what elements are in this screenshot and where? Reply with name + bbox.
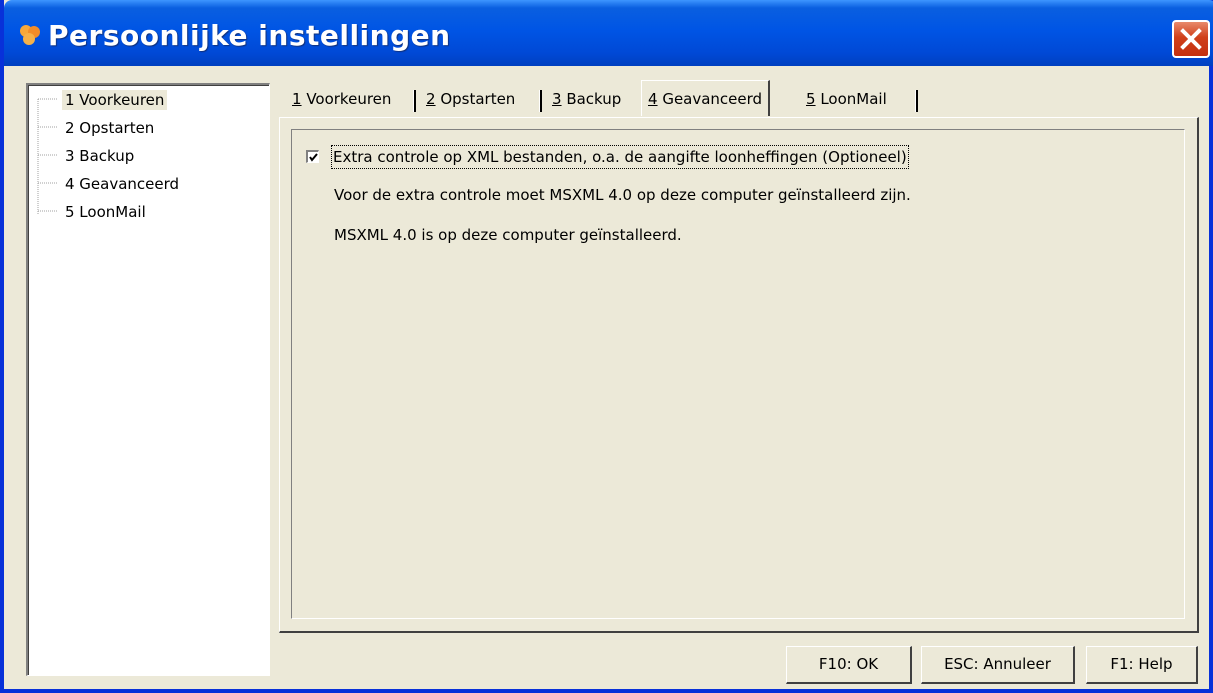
- tab-separator: [915, 90, 918, 112]
- help-button[interactable]: F1: Help: [1086, 646, 1198, 684]
- tab-backup[interactable]: 3 Backup: [546, 82, 627, 116]
- tab-label: LoonMail: [815, 90, 887, 108]
- xml-check-checkbox[interactable]: [306, 150, 319, 163]
- settings-window: Persoonlijke instellingen 1 Voorkeuren 2…: [0, 0, 1213, 693]
- app-logo-icon: [20, 25, 40, 45]
- cancel-button[interactable]: ESC: Annuleer: [921, 646, 1075, 684]
- tree-item-voorkeuren[interactable]: 1 Voorkeuren: [62, 90, 168, 110]
- checkmark-icon: [309, 153, 318, 162]
- tab-label: Opstarten: [435, 90, 516, 108]
- xml-check-label[interactable]: Extra controle op XML bestanden, o.a. de…: [331, 145, 909, 169]
- tab-opstarten[interactable]: 2 Opstarten: [420, 82, 521, 116]
- tab-separator: [413, 90, 416, 112]
- settings-tree[interactable]: 1 Voorkeuren 2 Opstarten 3 Backup 4 Geav…: [26, 83, 270, 676]
- tab-key: 4: [648, 90, 658, 108]
- tab-geavanceerd[interactable]: 4 Geavanceerd: [641, 80, 771, 116]
- close-icon: [1180, 28, 1202, 50]
- tab-key: 5: [806, 90, 816, 108]
- window-title: Persoonlijke instellingen: [48, 19, 451, 52]
- tree-item-geavanceerd[interactable]: 4 Geavanceerd: [62, 174, 182, 194]
- title-bar[interactable]: Persoonlijke instellingen: [4, 0, 1213, 66]
- tab-label: Geavanceerd: [657, 90, 763, 108]
- close-button[interactable]: [1172, 20, 1210, 58]
- tree-item-backup[interactable]: 3 Backup: [62, 146, 137, 166]
- msxml-requirement-text: Voor de extra controle moet MSXML 4.0 op…: [334, 186, 911, 204]
- ok-button[interactable]: F10: OK: [786, 646, 912, 684]
- tree-item-loonmail[interactable]: 5 LoonMail: [62, 202, 149, 222]
- tree-item-opstarten[interactable]: 2 Opstarten: [62, 118, 157, 138]
- tab-key: 1: [292, 90, 302, 108]
- tab-key: 2: [426, 90, 436, 108]
- tab-separator: [539, 90, 542, 112]
- tab-label: Voorkeuren: [301, 90, 392, 108]
- tab-loonmail[interactable]: 5 LoonMail: [800, 82, 893, 116]
- tab-key: 3: [552, 90, 562, 108]
- tab-label: Backup: [561, 90, 622, 108]
- tab-voorkeuren[interactable]: 1 Voorkeuren: [286, 82, 397, 116]
- msxml-status-text: MSXML 4.0 is op deze computer geïnstalle…: [334, 226, 682, 244]
